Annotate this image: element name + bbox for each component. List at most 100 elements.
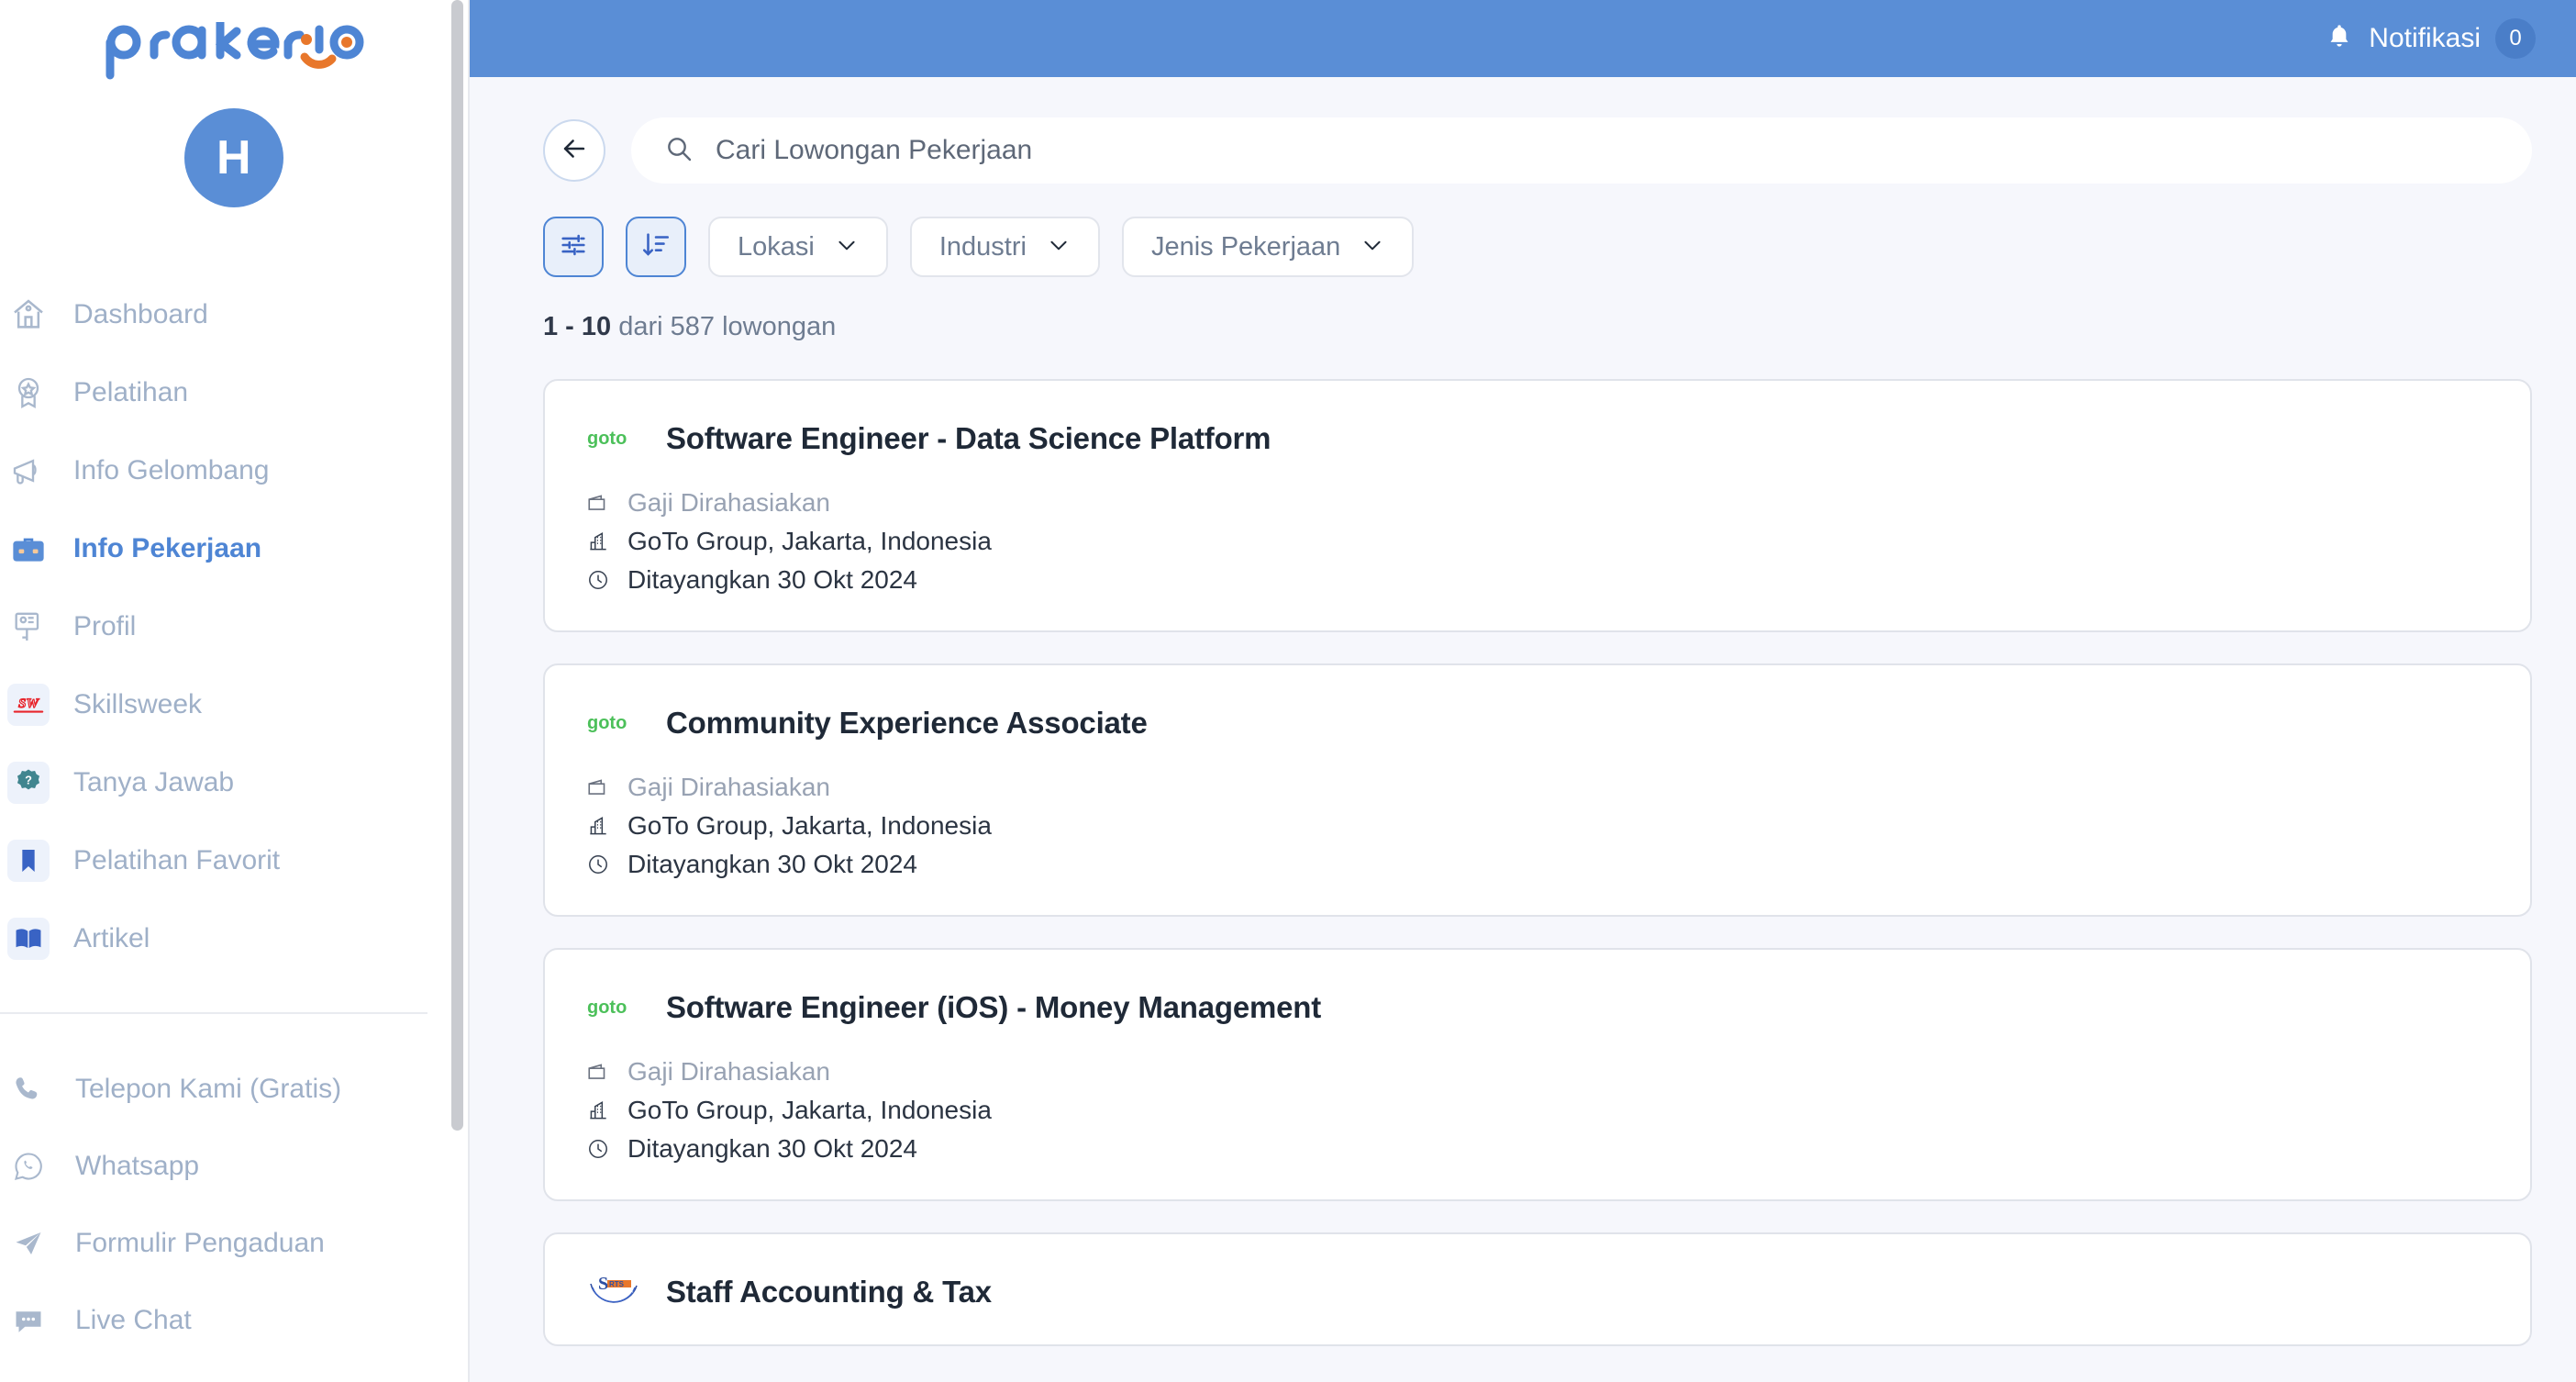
job-company-row: GoTo Group, Jakarta, Indonesia <box>585 1091 2490 1130</box>
svg-text:?: ? <box>25 773 32 786</box>
job-list: goto Software Engineer - Data Science Pl… <box>543 379 2532 1346</box>
search-box[interactable] <box>631 117 2532 184</box>
back-button[interactable] <box>543 119 605 182</box>
sidebar-item-artikel[interactable]: Artikel <box>0 899 468 977</box>
sidebar-item-label: Dashboard <box>73 298 208 329</box>
chat-bubble-icon <box>7 1299 50 1342</box>
sidebar-scrollbar-thumb[interactable] <box>451 0 463 1131</box>
bell-icon <box>2325 22 2354 56</box>
filter-button[interactable] <box>543 217 604 277</box>
sidebar-item-skillsweek[interactable]: SW Skillsweek <box>0 665 468 743</box>
job-meta: Gaji Dirahasiakan GoTo Group, Jakarta, I… <box>585 484 2490 599</box>
clock-icon <box>585 1136 611 1162</box>
sidebar-item-label: Artikel <box>73 922 150 953</box>
svg-text:SW: SW <box>18 695 39 710</box>
dropdown-label: Jenis Pekerjaan <box>1150 231 1341 262</box>
job-salary: Gaji Dirahasiakan <box>627 773 830 801</box>
job-posted-row: Ditayangkan 30 Okt 2024 <box>585 845 2490 884</box>
sidebar-item-pelatihan-favorit[interactable]: Pelatihan Favorit <box>0 821 468 899</box>
sidebar-item-formulir-pengaduan[interactable]: Formulir Pengaduan <box>0 1205 468 1282</box>
briefcase-icon <box>7 528 50 570</box>
building-icon <box>585 529 611 554</box>
goto-logo-icon: goto <box>585 418 642 460</box>
sidebar-item-label: Tanya Jawab <box>73 766 235 797</box>
job-card-header: goto Software Engineer (iOS) - Money Man… <box>585 986 2490 1029</box>
sort-button[interactable] <box>626 217 686 277</box>
job-card[interactable]: RTS S INDONESIA Staff Accounting & Tax <box>543 1232 2532 1346</box>
job-card[interactable]: goto Community Experience Associate Gaji… <box>543 663 2532 917</box>
paper-plane-icon <box>7 1222 50 1265</box>
search-input[interactable] <box>716 135 2499 166</box>
svg-text:goto: goto <box>587 713 627 733</box>
profile-card-icon <box>7 606 50 648</box>
main-content: Notifikasi 0 Cari Lowongan Pekerjaan Lok… <box>470 0 2576 1382</box>
sort-descending-icon <box>640 229 672 265</box>
bookmark-icon <box>7 839 50 882</box>
svg-text:RTS: RTS <box>609 1280 625 1288</box>
sidebar-scrollbar[interactable] <box>451 0 466 1382</box>
dropdown-lokasi[interactable]: Lokasi <box>708 217 888 277</box>
svg-text:S: S <box>598 1274 608 1294</box>
goto-logo-icon: goto <box>585 986 642 1029</box>
job-card[interactable]: goto Software Engineer (iOS) - Money Man… <box>543 948 2532 1201</box>
job-company: GoTo Group, Jakarta, Indonesia <box>627 1096 992 1124</box>
sidebar-item-pelatihan[interactable]: Pelatihan <box>0 353 468 431</box>
results-count: 1 - 10 dari 587 lowongan <box>543 312 2532 342</box>
sidebar-divider <box>0 1012 427 1014</box>
phone-icon <box>7 1068 50 1110</box>
megaphone-icon <box>7 450 50 492</box>
avatar[interactable]: H <box>184 108 283 207</box>
job-salary-row: Gaji Dirahasiakan <box>585 1053 2490 1091</box>
filter-row: Lokasi Industri Jenis Pekerjaan <box>543 217 2532 277</box>
sidebar-nav: Dashboard Pelatihan Info Gelombang Info … <box>0 275 468 1359</box>
medal-icon <box>7 372 50 414</box>
svg-text:goto: goto <box>587 429 627 449</box>
wallet-icon <box>585 1059 611 1085</box>
job-meta: Gaji Dirahasiakan GoTo Group, Jakarta, I… <box>585 768 2490 884</box>
job-title: Staff Accounting & Tax <box>666 1275 992 1309</box>
chevron-down-icon <box>1047 233 1071 262</box>
sidebar-item-profil[interactable]: Profil <box>0 587 468 665</box>
job-posted: Ditayangkan 30 Okt 2024 <box>627 1134 917 1163</box>
sliders-icon <box>558 229 589 265</box>
sidebar-item-live-chat[interactable]: Live Chat <box>0 1282 468 1359</box>
job-posted-row: Ditayangkan 30 Okt 2024 <box>585 561 2490 599</box>
content-area: Lokasi Industri Jenis Pekerjaan <box>470 117 2576 1346</box>
app-root: H Dashboard Pelatihan Info Gelombang Inf… <box>0 0 2576 1382</box>
whatsapp-icon <box>7 1145 50 1187</box>
job-salary-row: Gaji Dirahasiakan <box>585 484 2490 522</box>
chevron-down-icon <box>1360 233 1384 262</box>
dropdown-jenis-pekerjaan[interactable]: Jenis Pekerjaan <box>1121 217 1415 277</box>
sidebar-item-dashboard[interactable]: Dashboard <box>0 275 468 353</box>
sidebar-item-whatsapp[interactable]: Whatsapp <box>0 1128 468 1205</box>
home-icon <box>7 294 50 336</box>
avatar-wrapper: H <box>0 108 468 207</box>
dropdown-industri[interactable]: Industri <box>909 217 1100 277</box>
sidebar-support-nav: Telepon Kami (Gratis) Whatsapp Formulir … <box>0 1051 468 1359</box>
sidebar-item-label: Pelatihan <box>73 376 189 407</box>
sidebar-item-label: Info Gelombang <box>73 454 270 485</box>
svg-text:goto: goto <box>587 997 627 1018</box>
job-salary: Gaji Dirahasiakan <box>627 488 830 517</box>
building-icon <box>585 813 611 839</box>
sidebar-item-label: Live Chat <box>75 1305 192 1335</box>
job-card[interactable]: goto Software Engineer - Data Science Pl… <box>543 379 2532 632</box>
search-icon <box>664 134 694 168</box>
skillsweek-icon: SW <box>7 683 50 726</box>
job-card-header: goto Software Engineer - Data Science Pl… <box>585 418 2490 460</box>
sidebar-item-info-pekerjaan[interactable]: Info Pekerjaan <box>0 509 468 587</box>
sidebar-item-tanya-jawab[interactable]: ? Tanya Jawab <box>0 743 468 821</box>
notifications-button[interactable]: Notifikasi 0 <box>2325 18 2536 59</box>
dropdown-label: Lokasi <box>738 231 815 262</box>
topbar: Notifikasi 0 <box>470 0 2576 77</box>
job-salary: Gaji Dirahasiakan <box>627 1057 830 1086</box>
prakerja-logo-icon <box>105 22 364 80</box>
job-posted-row: Ditayangkan 30 Okt 2024 <box>585 1130 2490 1168</box>
job-meta: Gaji Dirahasiakan GoTo Group, Jakarta, I… <box>585 1053 2490 1168</box>
job-company-row: GoTo Group, Jakarta, Indonesia <box>585 522 2490 561</box>
brand-logo[interactable] <box>0 0 468 103</box>
clock-icon <box>585 567 611 593</box>
sidebar-item-telepon-kami[interactable]: Telepon Kami (Gratis) <box>0 1051 468 1128</box>
sidebar-item-info-gelombang[interactable]: Info Gelombang <box>0 431 468 509</box>
wallet-icon <box>585 775 611 800</box>
